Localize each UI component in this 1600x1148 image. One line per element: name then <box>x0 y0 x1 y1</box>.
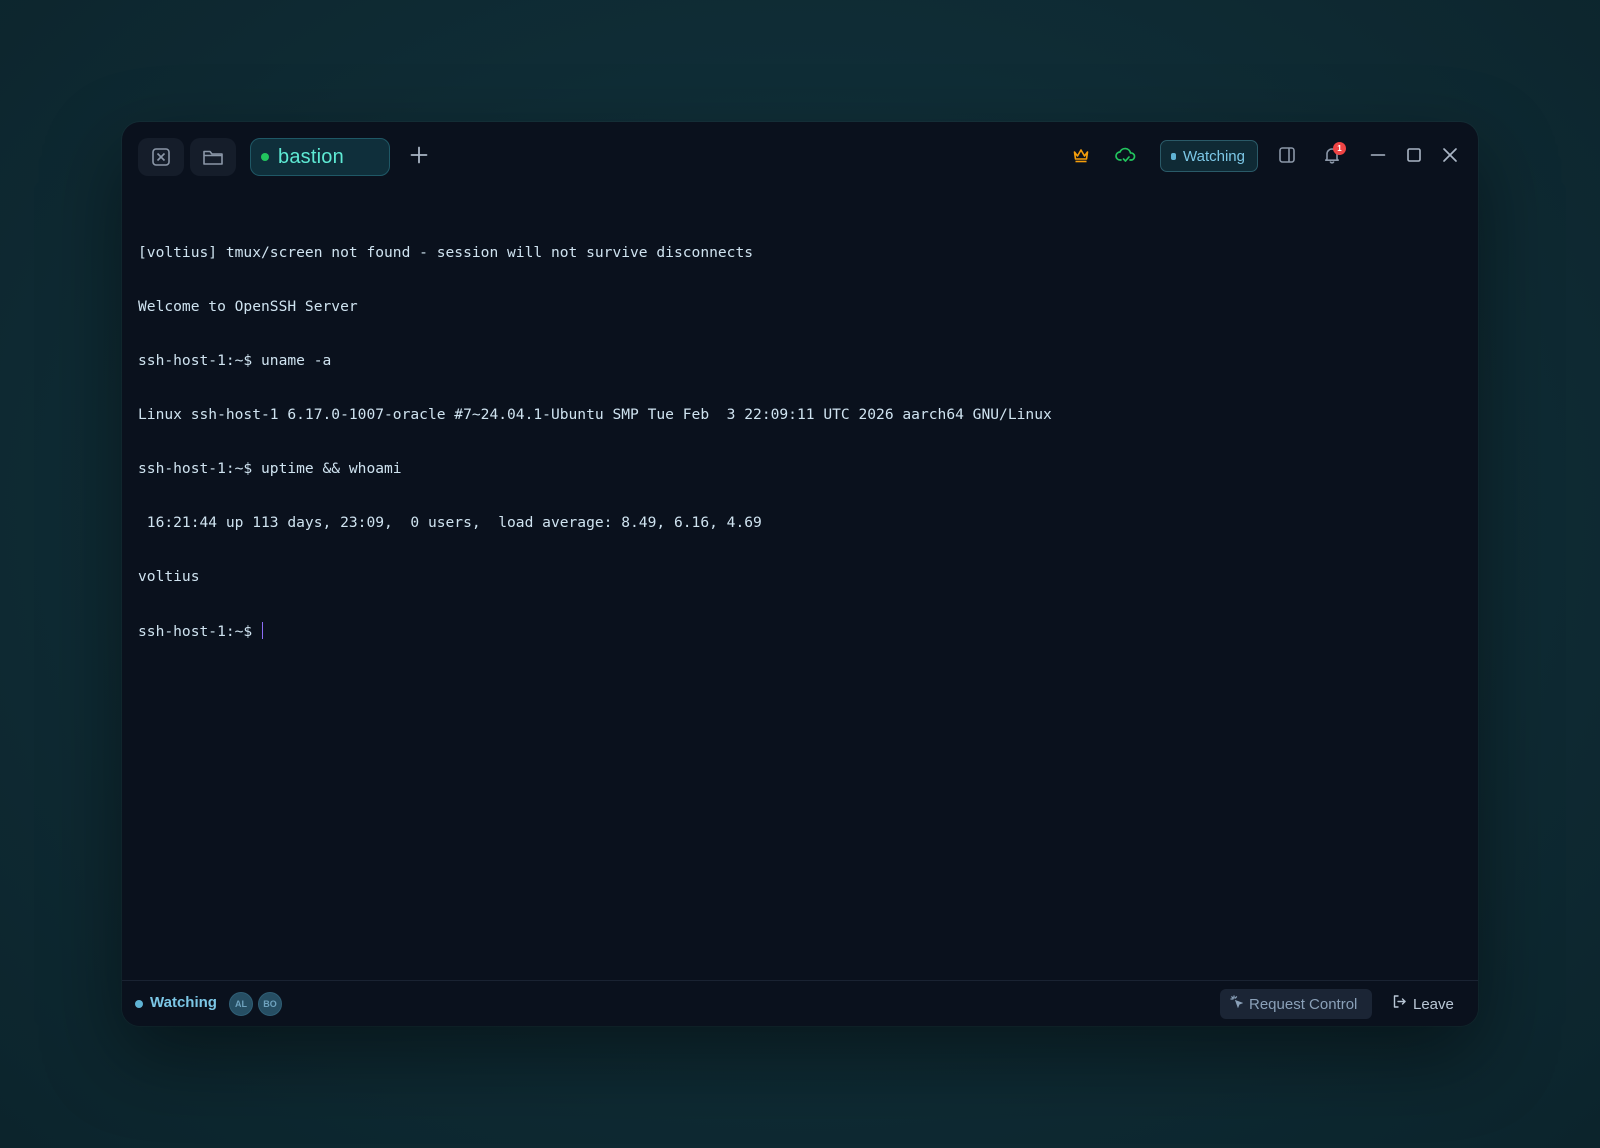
leave-label: Leave <box>1413 995 1454 1013</box>
terminal-line: Linux ssh-host-1 6.17.0-1007-oracle #7~2… <box>138 406 1052 423</box>
terminal-prompt-line[interactable]: ssh-host-1:~$ <box>138 622 1462 640</box>
plus-icon <box>409 145 429 170</box>
session-status-label: Watching <box>150 994 217 1011</box>
terminal-line: ssh-host-1:~$ uname -a <box>138 352 332 369</box>
terminal-line: 16:21:44 up 113 days, 23:09, 0 users, lo… <box>138 514 762 531</box>
request-control-label: Request Control <box>1249 995 1358 1013</box>
terminal-line: voltius <box>138 568 200 585</box>
owner-button[interactable] <box>1066 142 1096 172</box>
crown-icon <box>1072 146 1090 169</box>
terminal-cursor <box>262 622 264 639</box>
status-dot <box>135 1000 143 1008</box>
watching-mode-button[interactable]: Watching <box>1160 140 1258 172</box>
notifications-button[interactable]: 1 <box>1317 142 1347 172</box>
cloud-sync-icon <box>1115 146 1137 169</box>
titlebar: bastion Watching 1 <box>122 122 1478 194</box>
request-control-button[interactable]: Request Control <box>1220 989 1372 1019</box>
panel-split-icon <box>1278 146 1296 169</box>
avatar: AL <box>229 992 253 1016</box>
terminal-line: ssh-host-1:~$ uptime && whoami <box>138 460 402 477</box>
maximize-icon <box>1405 146 1423 169</box>
terminal-window: bastion Watching 1 [voltius] tmux/screen… <box>122 122 1478 1026</box>
connection-status-dot <box>261 153 269 161</box>
watching-mode-label: Watching <box>1183 147 1245 165</box>
logout-icon <box>1392 994 1407 1014</box>
terminal-line: Welcome to OpenSSH Server <box>138 298 358 315</box>
pointer-sparkle-icon <box>1230 995 1244 1013</box>
terminal-output[interactable]: [voltius] tmux/screen not found - sessio… <box>138 208 1462 966</box>
close-window-button[interactable] <box>1435 142 1465 172</box>
sync-button[interactable] <box>1111 142 1141 172</box>
notification-badge: 1 <box>1333 142 1346 155</box>
close-icon <box>1441 146 1459 169</box>
close-session-button[interactable] <box>138 138 184 176</box>
session-statusbar: Watching AL BO Request Control Leave <box>122 980 1478 1026</box>
terminal-prompt: ssh-host-1:~$ <box>138 623 262 640</box>
minimize-button[interactable] <box>1363 142 1393 172</box>
split-panel-button[interactable] <box>1272 142 1302 172</box>
maximize-button[interactable] <box>1399 142 1429 172</box>
avatar: BO <box>258 992 282 1016</box>
terminal-line: [voltius] tmux/screen not found - sessio… <box>138 244 754 261</box>
files-button[interactable] <box>190 138 236 176</box>
new-tab-button[interactable] <box>404 142 434 172</box>
leave-button[interactable]: Leave <box>1392 989 1468 1019</box>
minimize-icon <box>1369 146 1387 169</box>
watching-indicator <box>1171 152 1176 160</box>
x-square-icon <box>151 147 171 167</box>
tab-bastion[interactable]: bastion <box>250 138 390 176</box>
folder-icon <box>202 147 224 167</box>
tab-label: bastion <box>278 145 344 168</box>
